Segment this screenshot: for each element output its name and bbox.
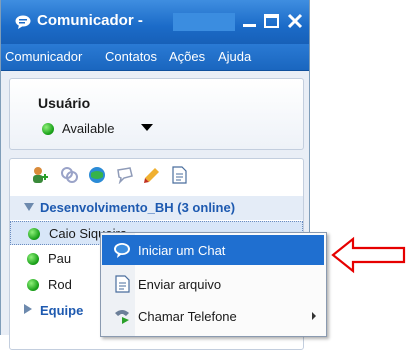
menu-comunicador[interactable]: Comunicador — [5, 49, 82, 64]
paint-icon[interactable] — [143, 166, 161, 184]
menu-ajuda[interactable]: Ajuda — [218, 49, 251, 64]
people-icon[interactable] — [60, 166, 78, 184]
document-icon[interactable] — [170, 166, 188, 184]
status-available-icon — [27, 253, 39, 265]
menu-bar: Comunicador Contatos Ações Ajuda — [1, 44, 309, 71]
collapse-triangle-icon[interactable] — [24, 304, 32, 314]
maximize-icon[interactable] — [261, 10, 283, 32]
menu-item-send-file[interactable]: Enviar arquivo — [102, 269, 324, 299]
window-title: Comunicador - — [37, 12, 143, 29]
expand-triangle-icon[interactable] — [24, 203, 34, 211]
add-contact-icon[interactable] — [30, 166, 48, 184]
user-panel: Usuário Available — [9, 78, 304, 150]
contacts-toolbar — [10, 159, 303, 189]
redacted-area — [173, 13, 235, 31]
red-annotation-arrow-icon — [331, 236, 406, 274]
menu-contatos[interactable]: Contatos — [105, 49, 157, 64]
phone-icon — [115, 310, 129, 324]
context-menu: Iniciar um Chat Enviar arquivo Chamar Te… — [100, 232, 327, 337]
menu-item-call-phone[interactable]: Chamar Telefone — [102, 301, 324, 331]
minimize-icon[interactable] — [239, 10, 261, 32]
menu-item-start-chat[interactable]: Iniciar um Chat — [102, 235, 324, 265]
submenu-arrow-icon — [312, 312, 316, 320]
chat-logo-icon — [15, 15, 31, 29]
chat-icon — [114, 243, 130, 258]
status-available-icon — [27, 279, 39, 291]
menu-item-label: Iniciar um Chat — [138, 243, 226, 258]
status-selector[interactable]: Available — [62, 121, 115, 136]
title-bar: Comunicador - — [1, 0, 309, 44]
contact-group-header[interactable]: Desenvolvimento_BH (3 online) — [10, 196, 303, 220]
close-icon[interactable] — [284, 10, 306, 32]
group-name: Desenvolvimento_BH (3 online) — [40, 200, 236, 215]
status-available-icon — [28, 228, 40, 240]
menu-acoes[interactable]: Ações — [169, 49, 205, 64]
group-name: Equipe — [40, 303, 84, 318]
bubble-icon[interactable] — [116, 166, 134, 184]
status-available-icon — [42, 123, 54, 135]
globe-icon[interactable] — [88, 166, 106, 184]
menu-item-label: Chamar Telefone — [138, 309, 237, 324]
contact-name: Rod — [48, 277, 72, 292]
user-label: Usuário — [38, 95, 91, 111]
contact-name: Pau — [48, 251, 72, 266]
chevron-down-icon[interactable] — [141, 124, 153, 131]
file-icon — [115, 275, 130, 293]
menu-item-label: Enviar arquivo — [138, 277, 222, 292]
